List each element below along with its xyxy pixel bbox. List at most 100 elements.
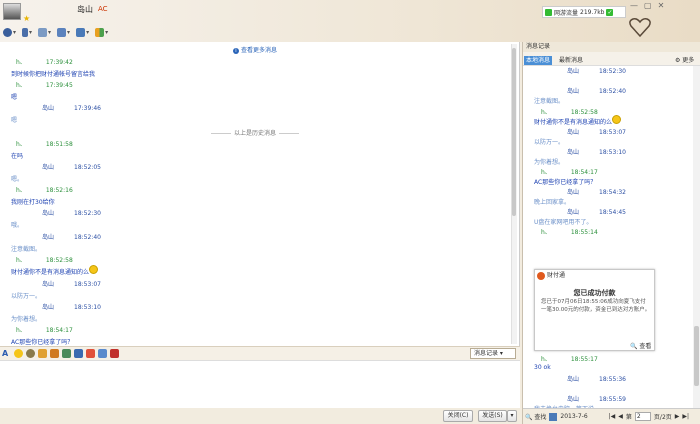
check-icon: ✓ (606, 8, 614, 16)
apps-button[interactable]: ▾ (94, 27, 109, 38)
message-sender: 岛山 (567, 209, 580, 216)
message-sender: h、 (16, 187, 26, 194)
calendar-icon[interactable] (549, 412, 558, 421)
history-tabs: 本地消息 最新消息 ⚙ 更多 (523, 52, 700, 66)
message-text: 注意截图。 (11, 246, 42, 253)
page-suffix: 页/2页 (653, 414, 672, 421)
message-sender: 岛山 (567, 129, 580, 136)
message-history-button[interactable]: 消息记录 ▾ (470, 348, 516, 359)
last-page-button[interactable]: ▶| (682, 413, 689, 420)
message-time: 17:39:42 (45, 59, 73, 66)
picture-icon[interactable] (62, 349, 71, 358)
close-window-button[interactable]: ✕ (658, 1, 665, 10)
close-button[interactable]: 关闭(C) (443, 410, 473, 422)
page-input[interactable]: 2 (634, 412, 651, 421)
emoji-icon[interactable] (14, 349, 23, 358)
message-sender: 岛山 (42, 304, 55, 311)
folder-button[interactable]: ▾ (37, 27, 52, 38)
message-header: 岛山 18:52:30 (567, 66, 626, 75)
notice-view-button[interactable]: 🔍 查看 (630, 341, 651, 350)
message-text: 嗯 (11, 117, 18, 124)
chat-area[interactable]: i 查看更多消息 以上是历史消息 h、 17:39:42 到时候你把财付通帐号留言给我… (0, 42, 520, 346)
message-header: 岛山 18:52:05 (42, 162, 101, 171)
send-button[interactable]: 发送(S) (478, 410, 507, 422)
input-toolbar: A (0, 346, 520, 360)
message-time: 18:53:10 (74, 304, 101, 311)
title-bar: ★ 岛山 AC ▾ ▾ ▾ ▾ ▾ ▾ 网游流量 219.7kb ✓ — ▢ ✕ (0, 0, 700, 42)
tab-local-messages[interactable]: 本地消息 (524, 56, 553, 65)
message-time: 18:55:36 (599, 376, 626, 383)
message-text: 财付通你不是有消息通知的么 (534, 119, 613, 126)
message-header: 岛山 18:55:36 (567, 374, 626, 383)
font-icon[interactable]: A (2, 349, 11, 358)
message-time: 18:53:07 (74, 281, 101, 288)
message-sender: 岛山 (567, 376, 580, 383)
notice-body: 您已于07月06日18:55:06成功向夏飞支付一笔30.00元的付款，资金已到… (541, 299, 651, 313)
video-button[interactable]: ▾ (2, 27, 17, 38)
remote-button[interactable]: ▾ (75, 27, 90, 38)
message-time: 18:55:59 (599, 396, 626, 403)
message-input[interactable] (0, 360, 520, 408)
voice-message-icon[interactable] (50, 349, 59, 358)
message-header: h、 18:54:17 (541, 167, 598, 176)
traffic-label: 网游流量 (554, 9, 579, 17)
message-sender: h、 (16, 257, 26, 264)
find-button[interactable]: 🔍 查找 (525, 412, 546, 421)
message-sender: 岛山 (567, 88, 580, 95)
mic-button[interactable]: ▾ (21, 27, 33, 38)
message-sender: 岛山 (42, 234, 55, 241)
mic-icon (22, 28, 29, 37)
heart-decoration-icon (629, 18, 651, 38)
history-date[interactable]: 2013-7-6 (560, 413, 587, 420)
history-panel: 消息记录 本地消息 最新消息 ⚙ 更多 岛山 18:52:30 岛山 18:52:40… (522, 42, 700, 424)
traffic-indicator[interactable]: 网游流量 219.7kb ✓ (542, 6, 626, 18)
red-packet-icon[interactable] (110, 349, 119, 358)
shake-icon[interactable] (38, 349, 47, 358)
message-time: 18:53:10 (599, 149, 626, 156)
gift-icon[interactable] (86, 349, 95, 358)
message-header: 岛山 18:54:32 (567, 187, 626, 196)
message-time: 18:54:17 (45, 327, 73, 334)
message-header: 岛山 18:53:10 (567, 147, 626, 156)
message-header: 岛山 18:52:30 (42, 208, 101, 217)
message-header: h、 18:52:16 (16, 185, 73, 194)
screen-icon (57, 28, 67, 37)
info-icon: i (232, 48, 239, 54)
contact-name[interactable]: 岛山 (77, 4, 93, 15)
notice-view-label: 查看 (639, 343, 652, 350)
first-page-button[interactable]: |◀ (609, 413, 616, 420)
message-text: AC那些你已经拿了吗？ (534, 179, 597, 186)
message-text: 30 ok (534, 364, 551, 371)
magic-emoji-icon[interactable] (26, 349, 35, 358)
prev-page-button[interactable]: ◀ (618, 413, 623, 420)
screenshot-icon[interactable] (98, 349, 107, 358)
next-page-button[interactable]: ▶ (675, 413, 680, 420)
tab-recent-messages[interactable]: 最新消息 (557, 56, 585, 65)
message-header: h、 18:54:17 (16, 325, 73, 334)
message-sender: 岛山 (567, 149, 580, 156)
minimize-button[interactable]: — (630, 1, 638, 10)
more-button[interactable]: ⚙ 更多 (675, 55, 694, 64)
avatar[interactable] (3, 3, 21, 20)
history-scrollbar-thumb[interactable] (694, 326, 699, 386)
send-options-button[interactable]: ▾ (507, 410, 517, 422)
music-icon[interactable] (74, 349, 83, 358)
message-sender: h、 (16, 82, 26, 89)
message-sender: 岛山 (567, 189, 580, 196)
message-header: h、 17:39:45 (16, 80, 73, 89)
history-list[interactable]: 岛山 18:52:30 岛山 18:52:40 注意截图。 h、 18:52:58 财付通你不… (523, 66, 693, 408)
chat-scrollbar-thumb[interactable] (512, 48, 516, 216)
star-icon: ★ (23, 14, 31, 23)
window-controls: — ▢ ✕ (630, 1, 664, 10)
screen-button[interactable]: ▾ (56, 27, 71, 38)
maximize-button[interactable]: ▢ (644, 1, 652, 10)
message-header: 岛山 18:53:07 (567, 127, 626, 136)
message-text: 哦。 (11, 222, 24, 229)
load-more-link[interactable]: i 查看更多消息 (0, 45, 510, 54)
message-header: h、 18:52:58 (16, 255, 73, 264)
message-sender: h、 (541, 229, 551, 236)
message-time: 18:52:16 (45, 187, 73, 194)
payment-notice-card[interactable]: 财付通 您已成功付款 您已于07月06日18:55:06成功向夏飞支付一笔30.… (534, 269, 655, 351)
message-text: 为你着想。 (534, 159, 565, 166)
page-prefix: 第 (625, 414, 632, 421)
